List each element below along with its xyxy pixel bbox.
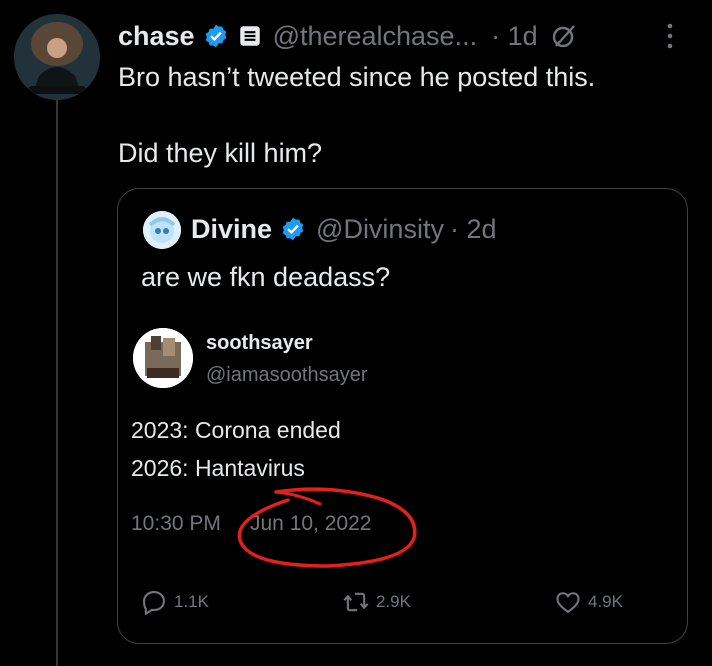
quote-author-handle[interactable]: @Divinsity: [316, 214, 444, 245]
screenshot-avatar-image: [133, 328, 193, 388]
screenshot-avatar: [133, 328, 193, 388]
like-button[interactable]: 4.9K: [554, 588, 623, 616]
retweet-button[interactable]: 2.9K: [342, 588, 411, 616]
avatar[interactable]: [14, 14, 100, 100]
screenshot-name: soothsayer: [206, 332, 313, 354]
verified-badge-icon: [205, 24, 226, 48]
screenshot-text-line: 2026: Hantavirus: [131, 455, 305, 481]
author-handle[interactable]: @therealchase...: [273, 21, 478, 52]
quote-author-name[interactable]: Divine: [191, 214, 272, 245]
retweet-icon: [343, 592, 369, 612]
quote-time[interactable]: · 2d: [450, 214, 497, 245]
tweet-text-line: Bro hasn’t tweeted since he posted this.: [118, 62, 596, 92]
reply-button[interactable]: 1.1K: [140, 588, 209, 616]
screenshot-time: 10:30 PM: [131, 512, 221, 535]
retweet-count: 2.9K: [376, 592, 411, 611]
quote-avatar[interactable]: [143, 211, 181, 249]
like-count: 4.9K: [588, 592, 623, 611]
newsletter-icon: [239, 26, 260, 46]
screenshot-text-line: 2023: Corona ended: [131, 417, 341, 443]
tweet-time[interactable]: · 1d: [491, 21, 538, 52]
avatar-image: [14, 14, 100, 100]
tweet-text: Bro hasn’t tweeted since he posted this.…: [118, 58, 688, 172]
grok-icon[interactable]: [550, 22, 578, 50]
like-icon: [556, 592, 580, 613]
reply-count: 1.1K: [174, 592, 209, 611]
verified-badge-icon: [282, 217, 304, 241]
reply-icon: [143, 591, 165, 615]
tweet-text-line: Did they kill him?: [118, 138, 323, 168]
author-name[interactable]: chase: [118, 21, 195, 52]
thread-line: [56, 100, 58, 666]
red-circle-annotation: [237, 487, 417, 568]
quote-header: Divine @Divinsity · 2d: [191, 209, 496, 249]
more-icon[interactable]: [664, 20, 676, 52]
quote-text: are we fkn deadass?: [141, 262, 391, 292]
tweet-header: chase @therealchase... · 1d: [118, 16, 578, 56]
quote-avatar-image: [143, 211, 181, 249]
screenshot-handle: @iamasoothsayer: [206, 364, 368, 386]
